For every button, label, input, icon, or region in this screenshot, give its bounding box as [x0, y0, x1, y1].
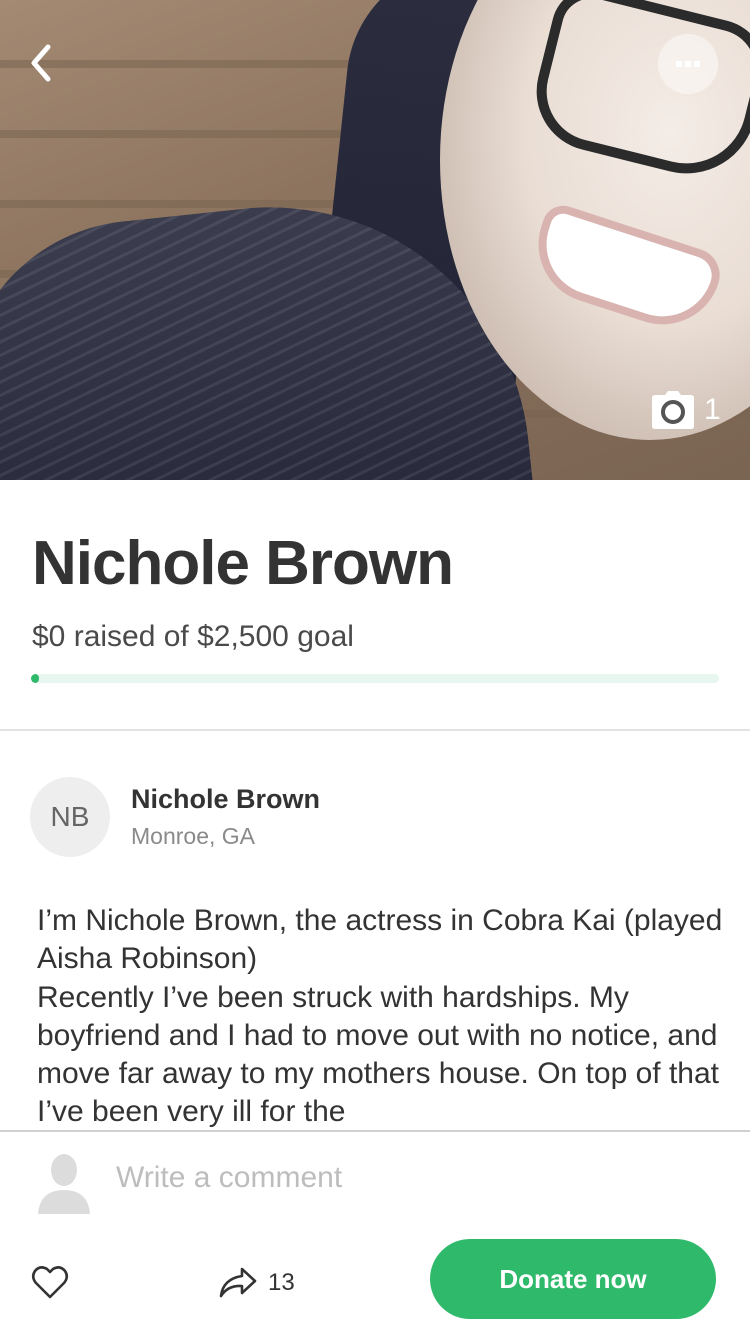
comment-bar — [0, 1130, 750, 1229]
photo-count[interactable]: 1 — [652, 388, 721, 432]
more-options-button[interactable] — [658, 34, 718, 94]
hero-photo[interactable]: 1 — [0, 0, 750, 480]
share-arrow-icon — [219, 1267, 257, 1298]
organizer-avatar[interactable]: NB — [30, 777, 110, 857]
share-button[interactable]: 13 — [218, 1263, 295, 1303]
campaign-story: I’m Nichole Brown, the actress in Cobra … — [37, 902, 737, 1128]
photo-count-value: 1 — [704, 393, 721, 426]
section-divider — [0, 729, 750, 731]
camera-icon — [652, 391, 694, 429]
organizer-name[interactable]: Nichole Brown — [131, 784, 320, 815]
share-count: 13 — [268, 1269, 295, 1296]
action-footer: 13 Donate now — [0, 1227, 750, 1334]
like-button[interactable] — [30, 1263, 70, 1303]
fundraising-progress-bar — [31, 674, 719, 683]
raised-summary: $0 raised of $2,500 goal — [32, 620, 354, 653]
story-paragraph: I’m Nichole Brown, the actress in Cobra … — [37, 904, 723, 976]
fundraising-progress-fill — [31, 674, 39, 683]
comment-input[interactable] — [116, 1154, 716, 1202]
more-dots-icon — [676, 61, 700, 67]
heart-icon — [31, 1266, 69, 1299]
chevron-left-icon — [31, 44, 51, 82]
back-button[interactable] — [16, 38, 66, 88]
story-paragraph: Recently I’ve been struck with hardships… — [37, 980, 719, 1128]
organizer-location: Monroe, GA — [131, 823, 255, 849]
donate-now-button[interactable]: Donate now — [430, 1239, 716, 1319]
user-silhouette-icon — [38, 1154, 90, 1214]
campaign-title: Nichole Brown — [32, 529, 454, 598]
